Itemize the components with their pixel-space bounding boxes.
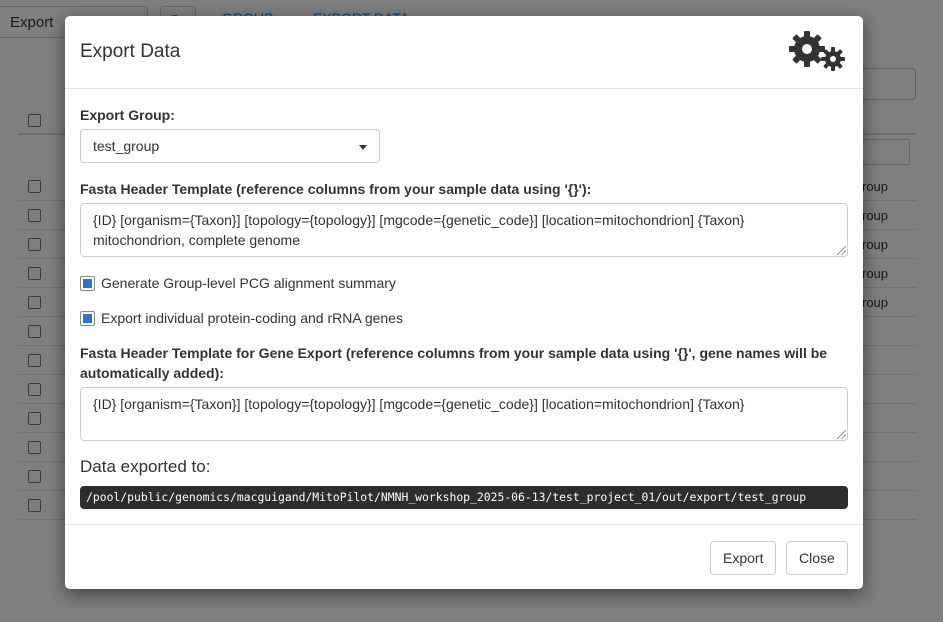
export-genes-label: Export individual protein-coding and rRN… <box>101 310 403 326</box>
gene-template-value: {ID} [organism={Taxon}] [topology={topol… <box>93 396 745 412</box>
export-group-label: Export Group: <box>80 107 175 123</box>
gears-icon <box>789 31 845 71</box>
export-data-modal: Export Data Export Group: test_group Fas… <box>65 16 863 589</box>
caret-down-icon <box>359 145 367 150</box>
close-button[interactable]: Close <box>786 541 848 575</box>
fasta-template-value: {ID} [organism={Taxon}] [topology={topol… <box>93 212 745 248</box>
export-button[interactable]: Export <box>710 541 777 575</box>
resize-handle-icon[interactable] <box>837 246 846 255</box>
export-group-selected-value: test_group <box>93 138 160 154</box>
export-genes-checkbox[interactable] <box>80 311 95 326</box>
modal-title: Export Data <box>80 41 181 62</box>
export-group-select[interactable]: test_group <box>80 129 380 163</box>
export-path-title: Data exported to: <box>80 457 211 476</box>
gene-template-textarea[interactable]: {ID} [organism={Taxon}] [topology={topol… <box>80 387 848 441</box>
pcg-summary-checkbox[interactable] <box>80 276 95 291</box>
fasta-template-label: Fasta Header Template (reference columns… <box>80 181 592 197</box>
modal-header: Export Data <box>65 16 863 89</box>
modal-footer: Export Close <box>65 524 863 589</box>
resize-handle-icon[interactable] <box>837 430 846 439</box>
pcg-summary-label: Generate Group-level PCG alignment summa… <box>101 275 396 291</box>
export-path-value: /pool/public/genomics/macguigand/MitoPil… <box>80 486 848 509</box>
gene-template-label: Fasta Header Template for Gene Export (r… <box>80 345 828 381</box>
fasta-template-textarea[interactable]: {ID} [organism={Taxon}] [topology={topol… <box>80 203 848 257</box>
